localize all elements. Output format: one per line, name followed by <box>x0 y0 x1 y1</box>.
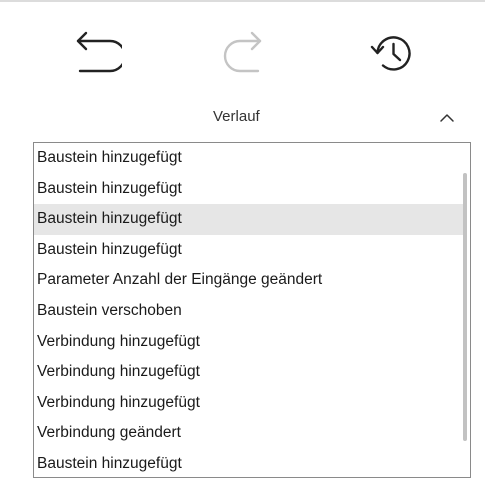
history-clock-icon <box>370 36 411 71</box>
list-item[interactable]: Verbindung hinzugefügt <box>34 327 464 358</box>
redo-arrow-icon <box>223 31 262 73</box>
list-item[interactable]: Verbindung geändert <box>34 418 464 449</box>
list-item[interactable]: Baustein hinzugefügt <box>34 174 464 205</box>
redo-button[interactable] <box>212 25 276 81</box>
history-list[interactable]: Baustein hinzugefügt Baustein hinzugefüg… <box>33 142 471 478</box>
collapse-button[interactable] <box>433 106 461 130</box>
undo-button[interactable] <box>62 25 126 81</box>
list-item[interactable]: Baustein hinzugefügt <box>34 204 464 235</box>
list-item[interactable]: Verbindung hinzugefügt <box>34 357 464 388</box>
list-item[interactable]: Baustein hinzugefügt <box>34 235 464 266</box>
history-list-content: Baustein hinzugefügt Baustein hinzugefüg… <box>34 143 464 477</box>
scrollbar[interactable] <box>463 173 467 441</box>
list-item[interactable]: Baustein hinzugefügt <box>34 449 464 477</box>
undo-arrow-icon <box>76 31 122 73</box>
list-item[interactable]: Baustein hinzugefügt <box>34 143 464 174</box>
list-item[interactable]: Verbindung hinzugefügt <box>34 388 464 419</box>
list-item[interactable]: Baustein verschoben <box>34 296 464 327</box>
history-panel-header: Verlauf <box>0 100 485 134</box>
panel-title: Verlauf <box>213 108 260 125</box>
list-item[interactable]: Parameter Anzahl der Eingänge geändert <box>34 265 464 296</box>
top-divider <box>0 0 485 2</box>
chevron-up-icon <box>440 114 454 122</box>
history-button[interactable] <box>360 25 424 81</box>
